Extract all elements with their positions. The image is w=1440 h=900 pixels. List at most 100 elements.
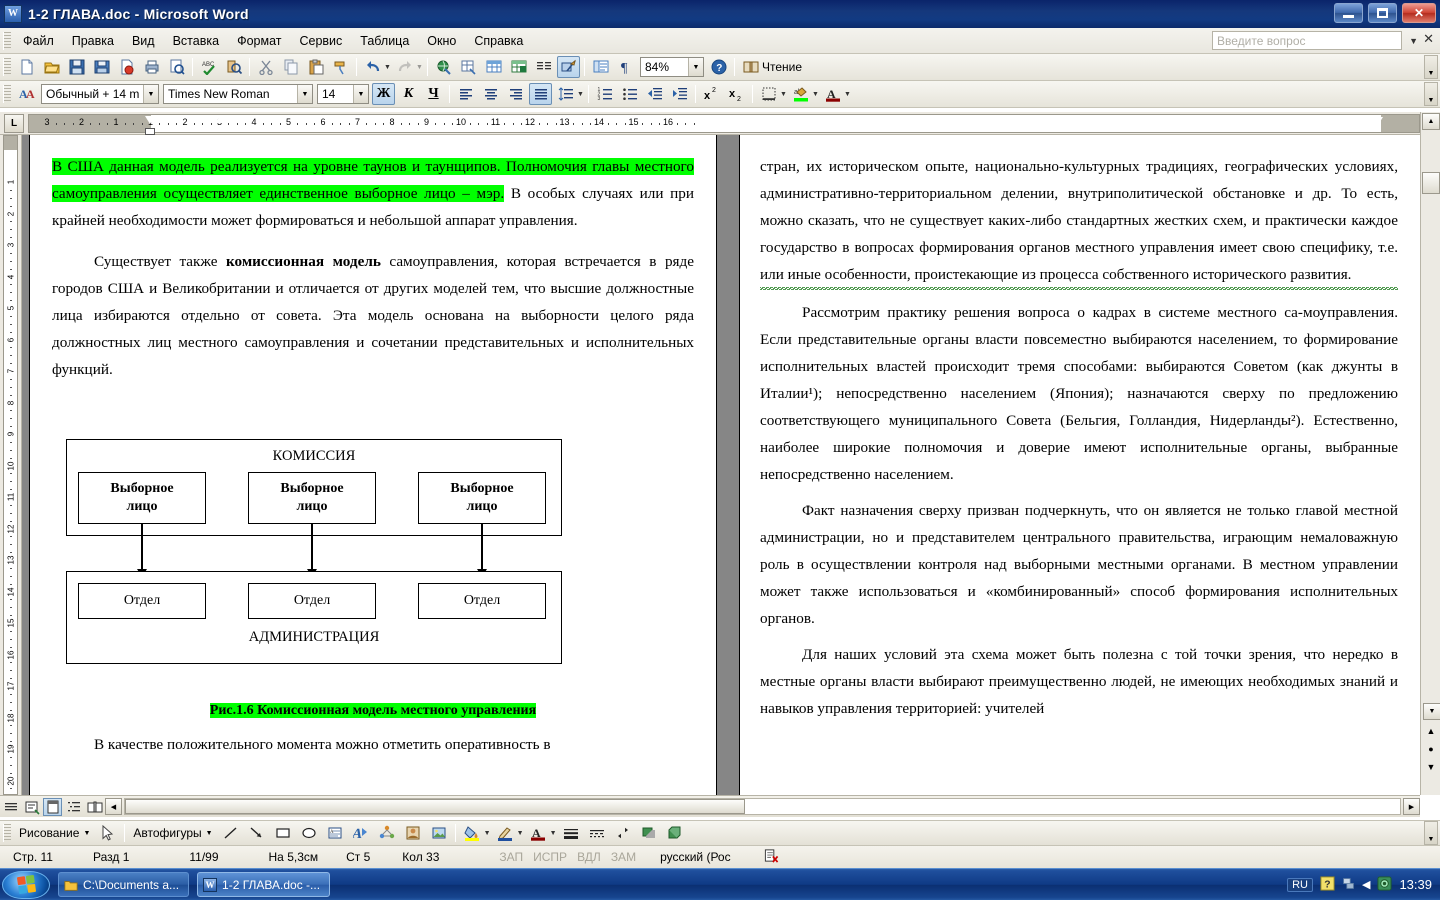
ruler-strip[interactable]: 3 2 1 1 2 3 4 5 6 7 8 9 10 11 12 13 14 15 16 [28,113,1420,135]
undo-icon[interactable] [361,56,384,78]
vertical-ruler[interactable]: 1 2 3 4 5 6 7 8 9 10 11 12 13 14 15 16 17 18 19 20 [0,135,22,795]
subscript-icon[interactable]: x2 [725,83,748,105]
3d-style-icon[interactable] [663,823,687,844]
help-tray-icon[interactable]: ? [1320,875,1335,894]
taskbar-clock[interactable]: 13:39 [1399,877,1432,892]
right-indent-marker[interactable] [1373,116,1383,125]
hanging-indent-marker[interactable] [215,114,227,123]
restore-button[interactable] [1368,3,1397,23]
document-map-icon[interactable] [589,56,612,78]
font-color-icon[interactable]: A [821,83,844,105]
autoshapes-menu-button[interactable]: Автофигуры ▼ [129,823,216,844]
bulleted-list-icon[interactable] [618,83,641,105]
web-layout-view-button[interactable] [22,798,41,816]
line-color-dropdown-icon[interactable]: ▼ [516,830,525,837]
oval-icon[interactable] [297,823,321,844]
vertical-scrollbar[interactable]: ▲ ▲ ● ▼ ▼ [1420,112,1440,795]
paste-icon[interactable] [304,56,327,78]
menu-insert[interactable]: Вставка [164,31,228,51]
chevron-down-icon[interactable]: ▼ [297,85,312,103]
reading-layout-view-button[interactable] [85,798,104,816]
tab-selector-button[interactable]: L [4,113,24,133]
left-indent-marker[interactable] [145,127,155,135]
redo-icon[interactable] [393,56,416,78]
research-icon[interactable] [222,56,245,78]
outline-view-button[interactable] [64,798,83,816]
chevron-down-icon[interactable]: ▼ [688,58,703,76]
borders-icon[interactable] [757,83,780,105]
menu-format[interactable]: Формат [228,31,290,51]
insert-hyperlink-icon[interactable] [432,56,455,78]
format-painter-icon[interactable] [329,56,352,78]
copy-icon[interactable] [279,56,302,78]
line-style-icon[interactable] [559,823,583,844]
horizontal-ruler[interactable]: L 3 2 1 1 2 3 4 5 6 7 8 9 10 11 12 13 14 15 16 [0,112,1440,135]
dash-style-icon[interactable] [585,823,609,844]
fill-color-dropdown-icon[interactable]: ▼ [483,830,492,837]
underline-button[interactable]: Ч [422,83,445,105]
arrow-style-icon[interactable] [611,823,635,844]
vertical-ruler-strip[interactable]: 1 2 3 4 5 6 7 8 9 10 11 12 13 14 15 16 17 18 19 20 [3,135,18,795]
network-tray-icon[interactable] [1342,876,1355,894]
font-combo[interactable]: Times New Roman ▼ [163,84,313,104]
normal-view-button[interactable] [1,798,20,816]
picture-icon[interactable] [427,823,451,844]
toolbar-grip[interactable] [3,85,11,103]
style-combo[interactable]: Обычный + 14 m ▼ [41,84,159,104]
undo-dropdown-icon[interactable]: ▼ [383,64,392,71]
chevron-down-icon[interactable]: ▼ [1409,36,1418,46]
taskbar-item-word[interactable]: W 1-2 ГЛАВА.doc -... [197,872,331,897]
redo-dropdown-icon[interactable]: ▼ [415,64,424,71]
shadow-style-icon[interactable] [637,823,661,844]
numbered-list-icon[interactable]: 123 [593,83,616,105]
new-document-icon[interactable] [15,56,38,78]
vertical-scroll-thumb[interactable] [1422,172,1440,194]
menu-tools[interactable]: Сервис [290,31,351,51]
select-browse-object-button[interactable]: ● [1422,740,1440,757]
status-extend-selection[interactable]: ВДЛ [572,850,606,864]
line-spacing-dropdown-icon[interactable]: ▼ [576,91,585,98]
toolbar-options-button[interactable]: ▼ [1424,821,1438,845]
align-left-icon[interactable] [454,83,477,105]
styles-and-formatting-icon[interactable]: AA [15,83,38,105]
line-icon[interactable] [219,823,243,844]
taskbar-item-explorer[interactable]: C:\Documents a... [58,872,190,897]
status-track-changes[interactable]: ИСПР [528,850,572,864]
close-button[interactable]: ✕ [1402,3,1436,23]
chevron-down-icon[interactable]: ▼ [143,85,158,103]
font-color-dropdown-icon[interactable]: ▼ [549,830,558,837]
wordart-icon[interactable]: A [349,823,373,844]
cut-scissors-icon[interactable] [254,56,277,78]
document-canvas[interactable]: В США данная модель реализуется на уровн… [22,135,1418,795]
font-color-icon[interactable]: A [526,823,550,844]
next-page-button[interactable]: ▼ [1422,758,1440,775]
menu-file[interactable]: Файл [14,31,63,51]
borders-dropdown-icon[interactable]: ▼ [779,91,788,98]
print-preview-icon[interactable] [165,56,188,78]
horizontal-scrollbar-area[interactable]: ◀ ▶ [0,795,1420,817]
bold-button[interactable]: Ж [372,83,395,105]
line-spacing-icon[interactable] [554,83,577,105]
toolbar-grip[interactable] [3,58,11,76]
status-overtype[interactable]: ЗАМ [606,850,641,864]
reading-layout-button[interactable]: Чтение [738,57,807,78]
start-orb-icon[interactable] [2,870,50,899]
minimize-button[interactable] [1334,3,1363,23]
menu-edit[interactable]: Правка [63,31,123,51]
print-layout-view-button[interactable] [43,797,62,816]
permission-icon[interactable] [115,56,138,78]
insert-excel-worksheet-icon[interactable] [507,56,530,78]
highlight-dropdown-icon[interactable]: ▼ [811,91,820,98]
highlight-color-icon[interactable]: ab [789,83,812,105]
align-right-icon[interactable] [504,83,527,105]
toolbar-options-button[interactable]: ▼ [1424,82,1438,106]
rectangle-icon[interactable] [271,823,295,844]
commission-model-diagram[interactable]: КОМИССИЯ Выборное лицо Выборное лицо Выб… [66,439,562,664]
align-justify-icon[interactable] [529,83,552,105]
font-color-dropdown-icon[interactable]: ▼ [843,91,852,98]
menu-grip[interactable] [3,31,11,50]
insert-table-icon[interactable] [482,56,505,78]
arrow-icon[interactable] [245,823,269,844]
language-indicator[interactable]: RU [1287,877,1313,892]
text-box-icon[interactable]: A [323,823,347,844]
